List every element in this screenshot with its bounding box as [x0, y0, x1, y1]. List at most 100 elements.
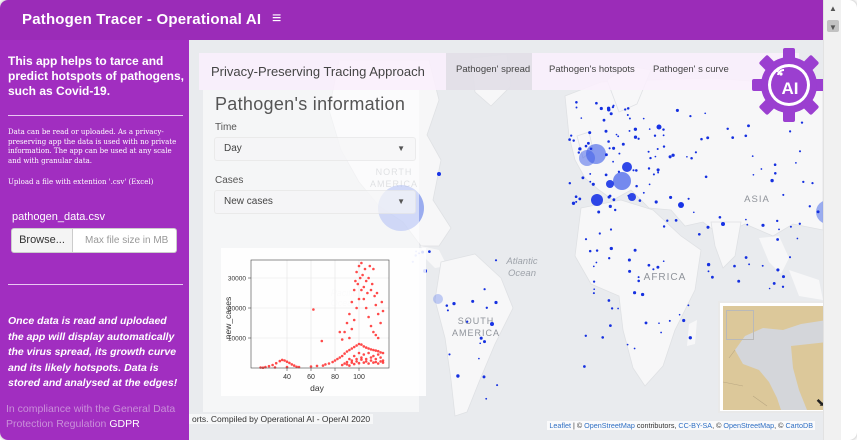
case-dot: [583, 365, 586, 368]
data-point: [381, 351, 385, 355]
data-point: [369, 288, 373, 292]
tab-pathogen-hotspots[interactable]: Pathogen's hotspots: [549, 64, 635, 82]
hotspot-marker[interactable]: [606, 180, 614, 188]
hotspot-marker[interactable]: [721, 222, 725, 226]
hotspot-marker[interactable]: [656, 124, 662, 130]
data-point: [357, 342, 361, 346]
data-point: [364, 306, 368, 310]
tab-pathogen-spread[interactable]: Pathogen' spread: [456, 64, 530, 82]
data-point: [374, 349, 378, 352]
case-dot: [494, 300, 498, 305]
data-point: [340, 363, 344, 367]
tab-pathogen-curve[interactable]: Pathogen' s curve: [653, 64, 729, 82]
cartodb-link[interactable]: CartoDB: [785, 421, 813, 430]
case-dot: [599, 106, 603, 111]
case-dot: [610, 307, 614, 310]
cases-select[interactable]: New cases ▼: [214, 190, 416, 214]
case-dot: [593, 288, 596, 291]
data-point: [321, 364, 325, 367]
hotspot-marker[interactable]: [437, 172, 441, 176]
data-point: [357, 297, 361, 301]
data-point: [345, 350, 349, 353]
case-dot: [768, 287, 771, 290]
map-label-south-america: SOUTH: [458, 316, 495, 326]
minimap-view: ⬊: [723, 306, 823, 410]
case-dot: [642, 117, 645, 120]
data-point: [364, 279, 368, 283]
data-point: [288, 361, 291, 365]
browse-button[interactable]: Browse...: [11, 228, 73, 253]
minimap[interactable]: ⬊: [718, 301, 823, 413]
data-point: [362, 285, 366, 289]
data-point: [352, 318, 356, 322]
case-dot: [633, 135, 638, 139]
case-dot: [811, 182, 814, 185]
menu-toggle-icon[interactable]: ≡: [272, 10, 281, 28]
data-point: [368, 264, 372, 268]
hotspot-marker[interactable]: [433, 294, 443, 304]
scroll-up-arrow-icon[interactable]: ▲: [824, 4, 842, 18]
case-dot: [588, 131, 592, 135]
data-point: [338, 330, 342, 334]
case-dot: [574, 195, 578, 199]
data-point: [357, 264, 361, 268]
case-dot: [686, 155, 688, 158]
data-point: [364, 346, 368, 349]
osm-link[interactable]: OpenStreetMap: [584, 421, 635, 430]
data-point: [369, 359, 373, 362]
case-dot: [445, 304, 449, 307]
minimap-viewport[interactable]: [726, 310, 754, 340]
scroll-down-arrow-icon[interactable]: ▼: [824, 23, 842, 37]
case-dot: [689, 114, 692, 118]
time-select-value: Day: [224, 143, 242, 154]
file-size-input[interactable]: [73, 228, 177, 253]
sidebar: This app helps to tarce and predict hots…: [0, 40, 189, 440]
case-dot: [637, 279, 640, 283]
case-dot: [798, 222, 801, 225]
hotspot-marker[interactable]: [613, 172, 631, 190]
case-dot: [611, 105, 615, 109]
case-dot: [601, 336, 605, 339]
osm-link-2[interactable]: OpenStreetMap: [723, 421, 774, 430]
case-dot: [745, 218, 747, 221]
data-point: [333, 359, 337, 362]
case-dot: [744, 134, 748, 138]
hotspot-marker[interactable]: [591, 194, 603, 206]
data-point: [355, 357, 358, 361]
case-dot: [632, 169, 635, 172]
case-dot: [649, 156, 652, 160]
data-point: [369, 348, 373, 351]
case-dot: [808, 205, 811, 208]
license-link[interactable]: CC-BY-SA: [678, 421, 712, 430]
data-point: [340, 338, 344, 341]
leaflet-link[interactable]: Leaflet: [549, 421, 571, 430]
hotspot-marker[interactable]: [678, 202, 684, 208]
hotspot-marker[interactable]: [622, 162, 632, 172]
case-dot: [748, 263, 751, 266]
expand-icon[interactable]: ⬊: [816, 396, 823, 409]
case-dot: [704, 175, 708, 179]
data-point: [343, 352, 346, 355]
x-tick-label: 100: [353, 374, 365, 381]
data-point: [283, 359, 286, 362]
time-select[interactable]: Day ▼: [214, 137, 416, 161]
case-dot: [706, 225, 710, 229]
hotspot-marker[interactable]: [579, 150, 595, 166]
data-point: [376, 362, 380, 365]
case-dot: [609, 246, 613, 251]
case-dot: [682, 318, 686, 323]
case-dot: [626, 343, 629, 346]
case-dot: [570, 134, 573, 137]
hotspot-marker[interactable]: [628, 193, 636, 201]
case-dot: [789, 225, 792, 228]
case-dot: [674, 219, 678, 222]
data-point: [336, 357, 339, 361]
vertical-scrollbar[interactable]: ▲ ▼: [823, 0, 841, 440]
main-content: NORTH AMERICA Atlantic Ocean SOUTH AMERI…: [189, 40, 823, 440]
data-point: [312, 308, 315, 311]
hotspot-marker[interactable]: [490, 322, 494, 326]
data-point: [352, 288, 356, 292]
case-dot: [788, 130, 792, 133]
map-attribution: Leaflet | © OpenStreetMap contributors, …: [547, 421, 815, 430]
case-dot: [466, 320, 469, 323]
